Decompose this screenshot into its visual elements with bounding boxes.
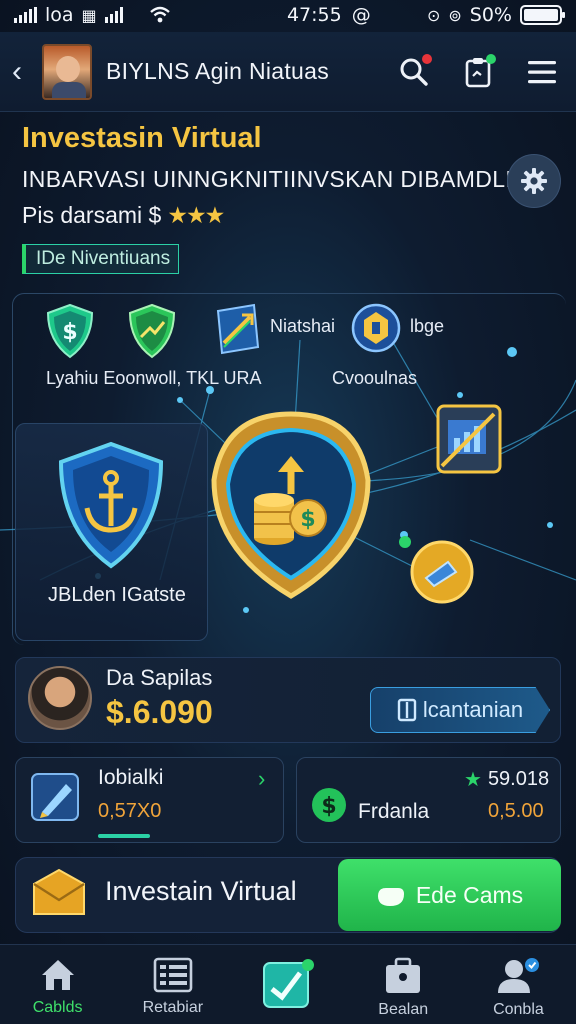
- arrow-chart-icon: [216, 303, 260, 355]
- rating-text: Pis darsami $: [22, 202, 162, 228]
- transfer-icon: [397, 698, 417, 722]
- svg-text:$: $: [300, 507, 315, 532]
- list-icon: [153, 957, 193, 993]
- wifi-icon: [149, 6, 170, 23]
- app-header: ‹ BIYLNS Agin Niatuas: [0, 32, 576, 112]
- menu-icon: [528, 60, 556, 83]
- balance-action-label: lcantanian: [422, 697, 524, 722]
- feature-caption-left: Lyahiu Eoonwoll, TKL URA: [46, 368, 262, 388]
- category-tag[interactable]: IDe Niventiuans: [22, 244, 180, 274]
- check-chart-icon: [263, 959, 314, 1008]
- notes-button[interactable]: [456, 50, 500, 94]
- chart-tile[interactable]: [436, 404, 502, 479]
- header-title: BIYLNS Agin Niatuas: [106, 58, 330, 84]
- feature-caption-right: Cvooulnas: [332, 368, 418, 388]
- page-subtitle: INBARVASI UINNGKNITIINVSKAN DIBAMDLL: [22, 166, 519, 192]
- carrier-label: loa: [45, 4, 74, 26]
- balance-value: $.6.090: [106, 694, 213, 730]
- alarm-icon: ⊙: [426, 5, 441, 25]
- balance-action-button[interactable]: lcantanian: [370, 687, 550, 733]
- hand-icon: [377, 888, 404, 906]
- anchor-shield-icon: [58, 441, 164, 569]
- timer-icon: ⊚: [448, 5, 462, 25]
- sync-icon: @: [351, 4, 371, 26]
- page-title: Investasin Virtual: [22, 122, 262, 154]
- nav-label-briefcase: Bealan: [378, 1001, 429, 1018]
- menu-button[interactable]: [520, 50, 564, 94]
- central-coin-badge[interactable]: $: [208, 410, 374, 605]
- nav-item-profile[interactable]: Conbla: [461, 945, 576, 1024]
- star-icon: ★: [464, 769, 482, 791]
- primary-action-button[interactable]: Ede Cams: [338, 859, 561, 931]
- rating-row: Pis darsami $ ★★★: [22, 202, 225, 229]
- stat-right-icon-wrap: $: [310, 786, 348, 829]
- chevron-right-icon[interactable]: ›: [258, 766, 265, 792]
- balance-label: Da Sapilas: [106, 665, 213, 690]
- rating-stars: ★★★: [167, 202, 225, 228]
- feature-gold-badge[interactable]: [350, 300, 402, 361]
- search-button[interactable]: [392, 50, 436, 94]
- signal-icon: [14, 7, 37, 23]
- envelope-icon: [33, 868, 85, 915]
- stat-left-value: 0,57X0: [98, 800, 162, 822]
- growth-shield-icon: [128, 303, 176, 359]
- clock: 47:55: [286, 4, 342, 26]
- bottom-nav: Cablds Retabiar Bealan Conbla: [0, 944, 576, 1024]
- envelope-wrap: [30, 866, 88, 925]
- stat-right-top: ★ 59.018: [464, 767, 549, 792]
- pen-chart-icon: [31, 773, 79, 821]
- feature-dollar-shield[interactable]: $: [44, 303, 96, 364]
- settings-button[interactable]: [508, 155, 560, 207]
- battery-icon: [519, 5, 565, 25]
- stat-left-icon-wrap: [30, 770, 82, 829]
- dollar-shield-icon: $: [46, 303, 94, 359]
- ticket-coin[interactable]: [408, 538, 476, 609]
- stat-right-label: Frdanla: [358, 800, 430, 823]
- svg-text:$: $: [321, 794, 336, 819]
- gold-badge-icon: [351, 303, 401, 353]
- profile-icon: [498, 958, 540, 993]
- nav-label-list: Retabiar: [142, 999, 204, 1016]
- protection-card-label: JBLden IGatste: [48, 584, 186, 606]
- back-arrow-icon[interactable]: ‹: [12, 55, 38, 89]
- search-badge: [422, 53, 432, 64]
- feature-label-badge: lbge: [410, 316, 445, 336]
- anchor-shield: [55, 440, 167, 575]
- briefcase-icon: [386, 957, 421, 993]
- status-bar: loa ▦ 47:55 @ ⊙ ⊚ S0%: [0, 0, 576, 30]
- nav-label-profile: Conbla: [493, 1001, 544, 1018]
- nav-item-center[interactable]: [230, 945, 345, 1024]
- ticket-coin-icon: [410, 540, 474, 604]
- nav-item-list[interactable]: Retabiar: [115, 945, 230, 1024]
- action-title: Investain Virtual: [105, 876, 297, 906]
- feature-label-arrow: Niatshai: [270, 316, 336, 336]
- dollar-coin-icon: $: [312, 788, 346, 822]
- user-avatar[interactable]: [42, 43, 92, 100]
- feature-arrow-chart[interactable]: [212, 303, 264, 364]
- feature-growth-shield[interactable]: [126, 303, 178, 364]
- nav-item-briefcase[interactable]: Bealan: [346, 945, 461, 1024]
- stat-right-top-value: 59.018: [487, 768, 550, 790]
- stat-right-value: 0,5.00: [488, 800, 544, 822]
- battery-text: S0%: [469, 4, 512, 26]
- nav-item-home[interactable]: Cablds: [0, 945, 115, 1024]
- stat-left-progress: [98, 834, 150, 838]
- sim-icon: ▦: [81, 5, 97, 25]
- signal-icon-2: [104, 7, 123, 23]
- coins-growth-icon: $: [211, 411, 371, 599]
- notes-badge: [486, 53, 496, 64]
- primary-action-label: Ede Cams: [415, 881, 524, 908]
- home-icon: [41, 960, 74, 990]
- nav-label-home: Cablds: [32, 999, 83, 1016]
- stat-left-label: Iobialki: [98, 766, 164, 789]
- bar-chart-icon: [436, 404, 502, 474]
- gear-icon: [521, 168, 547, 194]
- svg-text:$: $: [62, 320, 77, 345]
- balance-avatar[interactable]: [28, 666, 92, 730]
